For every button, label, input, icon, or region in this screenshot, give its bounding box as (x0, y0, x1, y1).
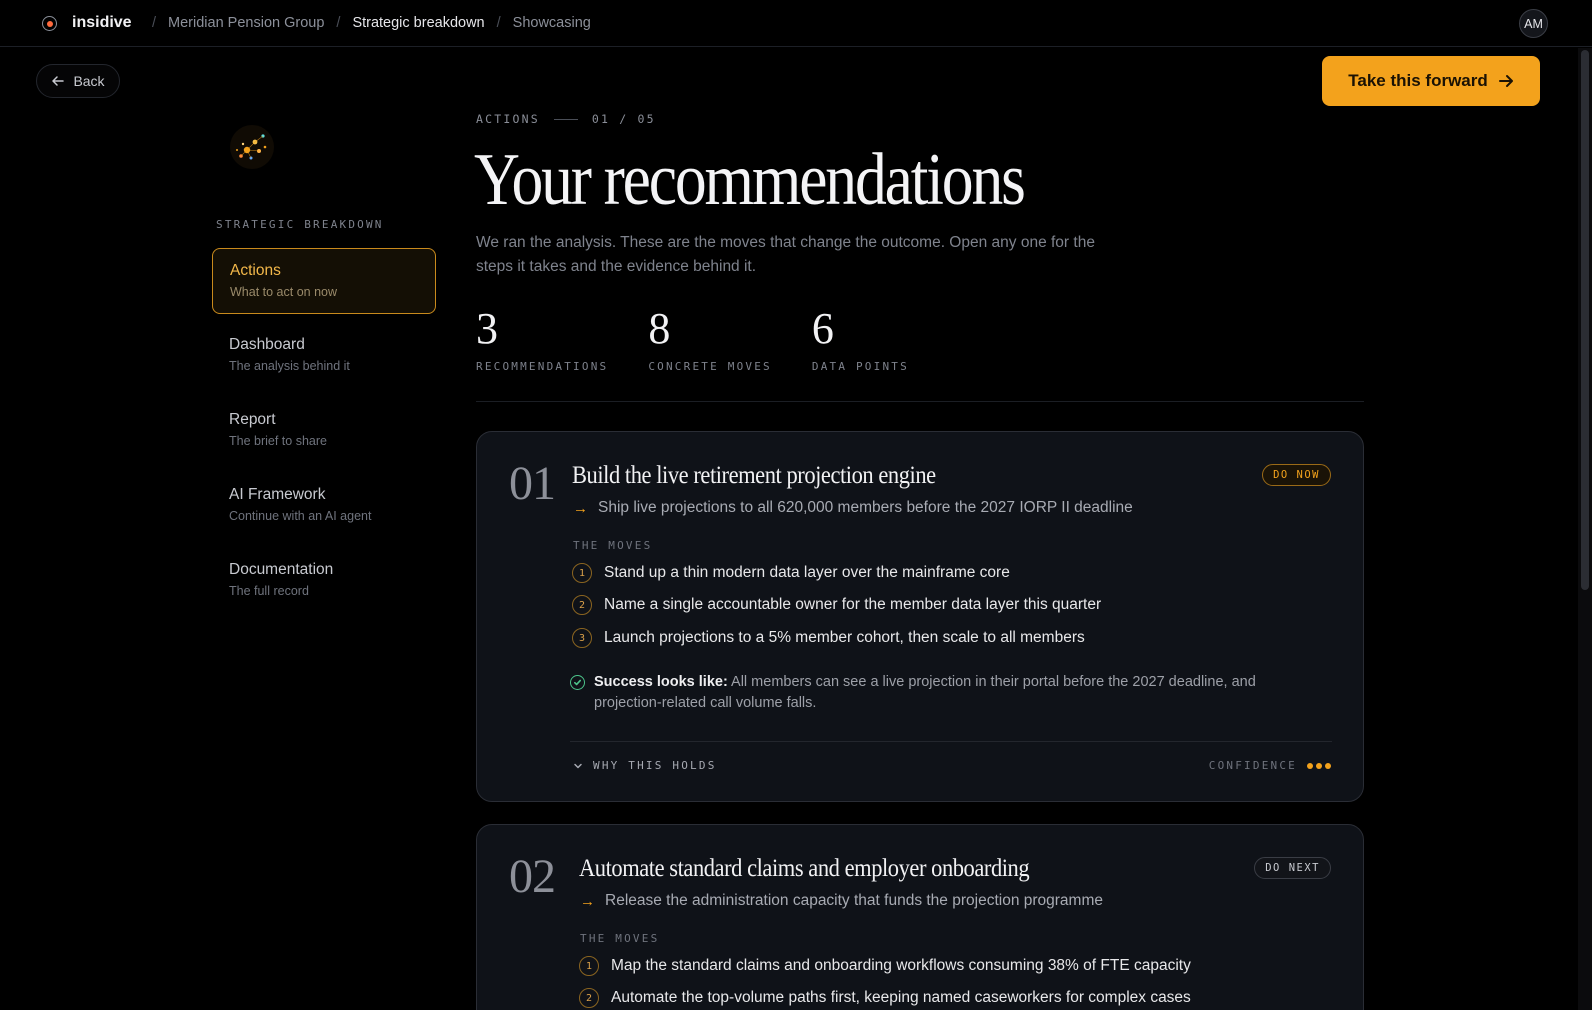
success-criteria: Success looks like: All members can see … (570, 672, 1270, 714)
stats-row: 3 RECOMMENDATIONS 8 CONCRETE MOVES 6 DAT… (476, 304, 949, 374)
page-lede: We ran the analysis. These are the moves… (476, 234, 1095, 275)
back-label: Back (73, 73, 105, 89)
why-this-holds-toggle[interactable]: WHY THIS HOLDS (573, 759, 717, 772)
moves-label: THE MOVES (580, 932, 660, 945)
move-item: 1 Map the standard claims and onboarding… (579, 956, 1191, 976)
stat-value: 3 (476, 304, 498, 353)
stat-recommendations: 3 RECOMMENDATIONS (476, 304, 609, 374)
priority-badge: DO NEXT (1254, 857, 1331, 879)
step-number: 3 (572, 628, 592, 648)
breadcrumb-mode[interactable]: Showcasing (513, 15, 591, 31)
move-text: Name a single accountable owner for the … (604, 596, 1102, 613)
move-text: Stand up a thin modern data layer over t… (604, 564, 1010, 581)
step-number: 1 (579, 956, 599, 976)
sidebar-item-dashboard[interactable]: Dashboard The analysis behind it (212, 323, 436, 389)
arrow-right-icon: → (573, 499, 588, 517)
card-number: 02 (509, 850, 556, 903)
page-counter: 01 / 05 (591, 112, 656, 126)
sidebar-section-label: STRATEGIC BREAKDOWN (216, 218, 384, 231)
chevron-down-icon (574, 763, 582, 768)
confidence-dot (1316, 762, 1322, 769)
eyebrow-label: ACTIONS (476, 112, 540, 126)
why-label: WHY THIS HOLDS (593, 759, 717, 772)
recommendation-card[interactable]: 01 Build the live retirement projection … (476, 431, 1364, 802)
move-item: 3 Launch projections to a 5% member coho… (572, 628, 1085, 648)
take-forward-label: Take this forward (1348, 71, 1488, 90)
confidence-dot (1307, 762, 1313, 769)
step-number: 2 (572, 595, 592, 615)
stat-label: CONCRETE MOVES (648, 360, 772, 373)
success-label: Success looks like: (594, 674, 728, 690)
sidebar-item-subtitle: Continue with an AI agent (229, 509, 372, 523)
sidebar-item-subtitle: The full record (229, 584, 309, 598)
stat-label: RECOMMENDATIONS (476, 360, 609, 373)
move-text: Automate the top-volume paths first, kee… (611, 989, 1191, 1006)
move-item: 2 Automate the top-volume paths first, k… (579, 988, 1191, 1008)
back-button[interactable]: Back (36, 64, 120, 98)
card-subtitle-text: Release the administration capacity that… (605, 892, 1103, 909)
breadcrumb-section[interactable]: Strategic breakdown (352, 15, 484, 31)
divider (476, 401, 1364, 402)
stat-value: 8 (648, 304, 671, 353)
arrow-right-icon: → (580, 892, 595, 910)
sidebar-item-actions[interactable]: Actions What to act on now (212, 248, 436, 314)
card-title: Build the live retirement projection eng… (572, 462, 936, 489)
take-forward-button[interactable]: Take this forward (1322, 56, 1540, 106)
sparkle-logo-icon (230, 125, 274, 169)
scrollbar-thumb[interactable] (1581, 50, 1589, 590)
stat-concrete-moves: 8 CONCRETE MOVES (648, 304, 772, 374)
brand-logo-icon[interactable] (42, 16, 57, 31)
sidebar-item-title: AI Framework (229, 486, 326, 503)
sidebar-item-title: Report (229, 411, 276, 428)
sidebar-item-subtitle: What to act on now (230, 285, 338, 299)
sidebar-item-title: Documentation (229, 561, 334, 578)
arrow-left-icon (52, 76, 65, 86)
move-item: 1 Stand up a thin modern data layer over… (572, 563, 1010, 583)
sidebar-item-report[interactable]: Report The brief to share (212, 398, 436, 464)
card-divider (570, 741, 1332, 742)
step-number: 1 (572, 563, 592, 583)
stat-data-points: 6 DATA POINTS (811, 304, 909, 374)
confidence-indicator: CONFIDENCE (1209, 759, 1331, 772)
sidebar-item-subtitle: The analysis behind it (229, 359, 350, 373)
page-title: Your recommendations (474, 139, 1026, 221)
move-text: Map the standard claims and onboarding w… (611, 957, 1191, 974)
sidebar-item-ai-framework[interactable]: AI Framework Continue with an AI agent (212, 473, 436, 539)
card-subtitle-text: Ship live projections to all 620,000 mem… (598, 499, 1133, 516)
confidence-dot (1325, 762, 1331, 769)
recommendation-card[interactable]: 02 Automate standard claims and employer… (476, 824, 1364, 1010)
breadcrumb: / Meridian Pension Group / Strategic bre… (152, 15, 591, 31)
sidebar-item-subtitle: The brief to share (229, 434, 327, 448)
arrow-right-icon (1498, 75, 1513, 87)
confidence-label: CONFIDENCE (1208, 759, 1297, 772)
step-number: 2 (579, 988, 599, 1008)
eyebrow-divider (553, 118, 578, 120)
confidence-dots (1307, 762, 1331, 769)
card-number: 01 (509, 457, 556, 510)
stat-value: 6 (811, 304, 834, 353)
card-subtitle: → Ship live projections to all 620,000 m… (573, 499, 1133, 517)
sidebar-item-documentation[interactable]: Documentation The full record (212, 548, 436, 614)
stat-label: DATA POINTS (811, 360, 909, 373)
brand-name[interactable]: insidive (72, 14, 132, 32)
move-item: 2 Name a single accountable owner for th… (572, 595, 1101, 615)
check-circle-icon (570, 675, 585, 690)
move-text: Launch projections to a 5% member cohort… (604, 629, 1085, 646)
card-title: Automate standard claims and employer on… (579, 855, 1030, 882)
avatar[interactable]: AM (1519, 9, 1548, 38)
top-bar: insidive / Meridian Pension Group / Stra… (0, 0, 1592, 47)
sidebar-item-title: Dashboard (229, 336, 305, 353)
moves-label: THE MOVES (573, 539, 653, 552)
card-subtitle: → Release the administration capacity th… (580, 892, 1103, 910)
sidebar-item-title: Actions (230, 262, 281, 279)
breadcrumb-org[interactable]: Meridian Pension Group (168, 15, 324, 31)
section-eyebrow: ACTIONS 01 / 05 (476, 112, 656, 126)
priority-badge: DO NOW (1262, 464, 1331, 486)
